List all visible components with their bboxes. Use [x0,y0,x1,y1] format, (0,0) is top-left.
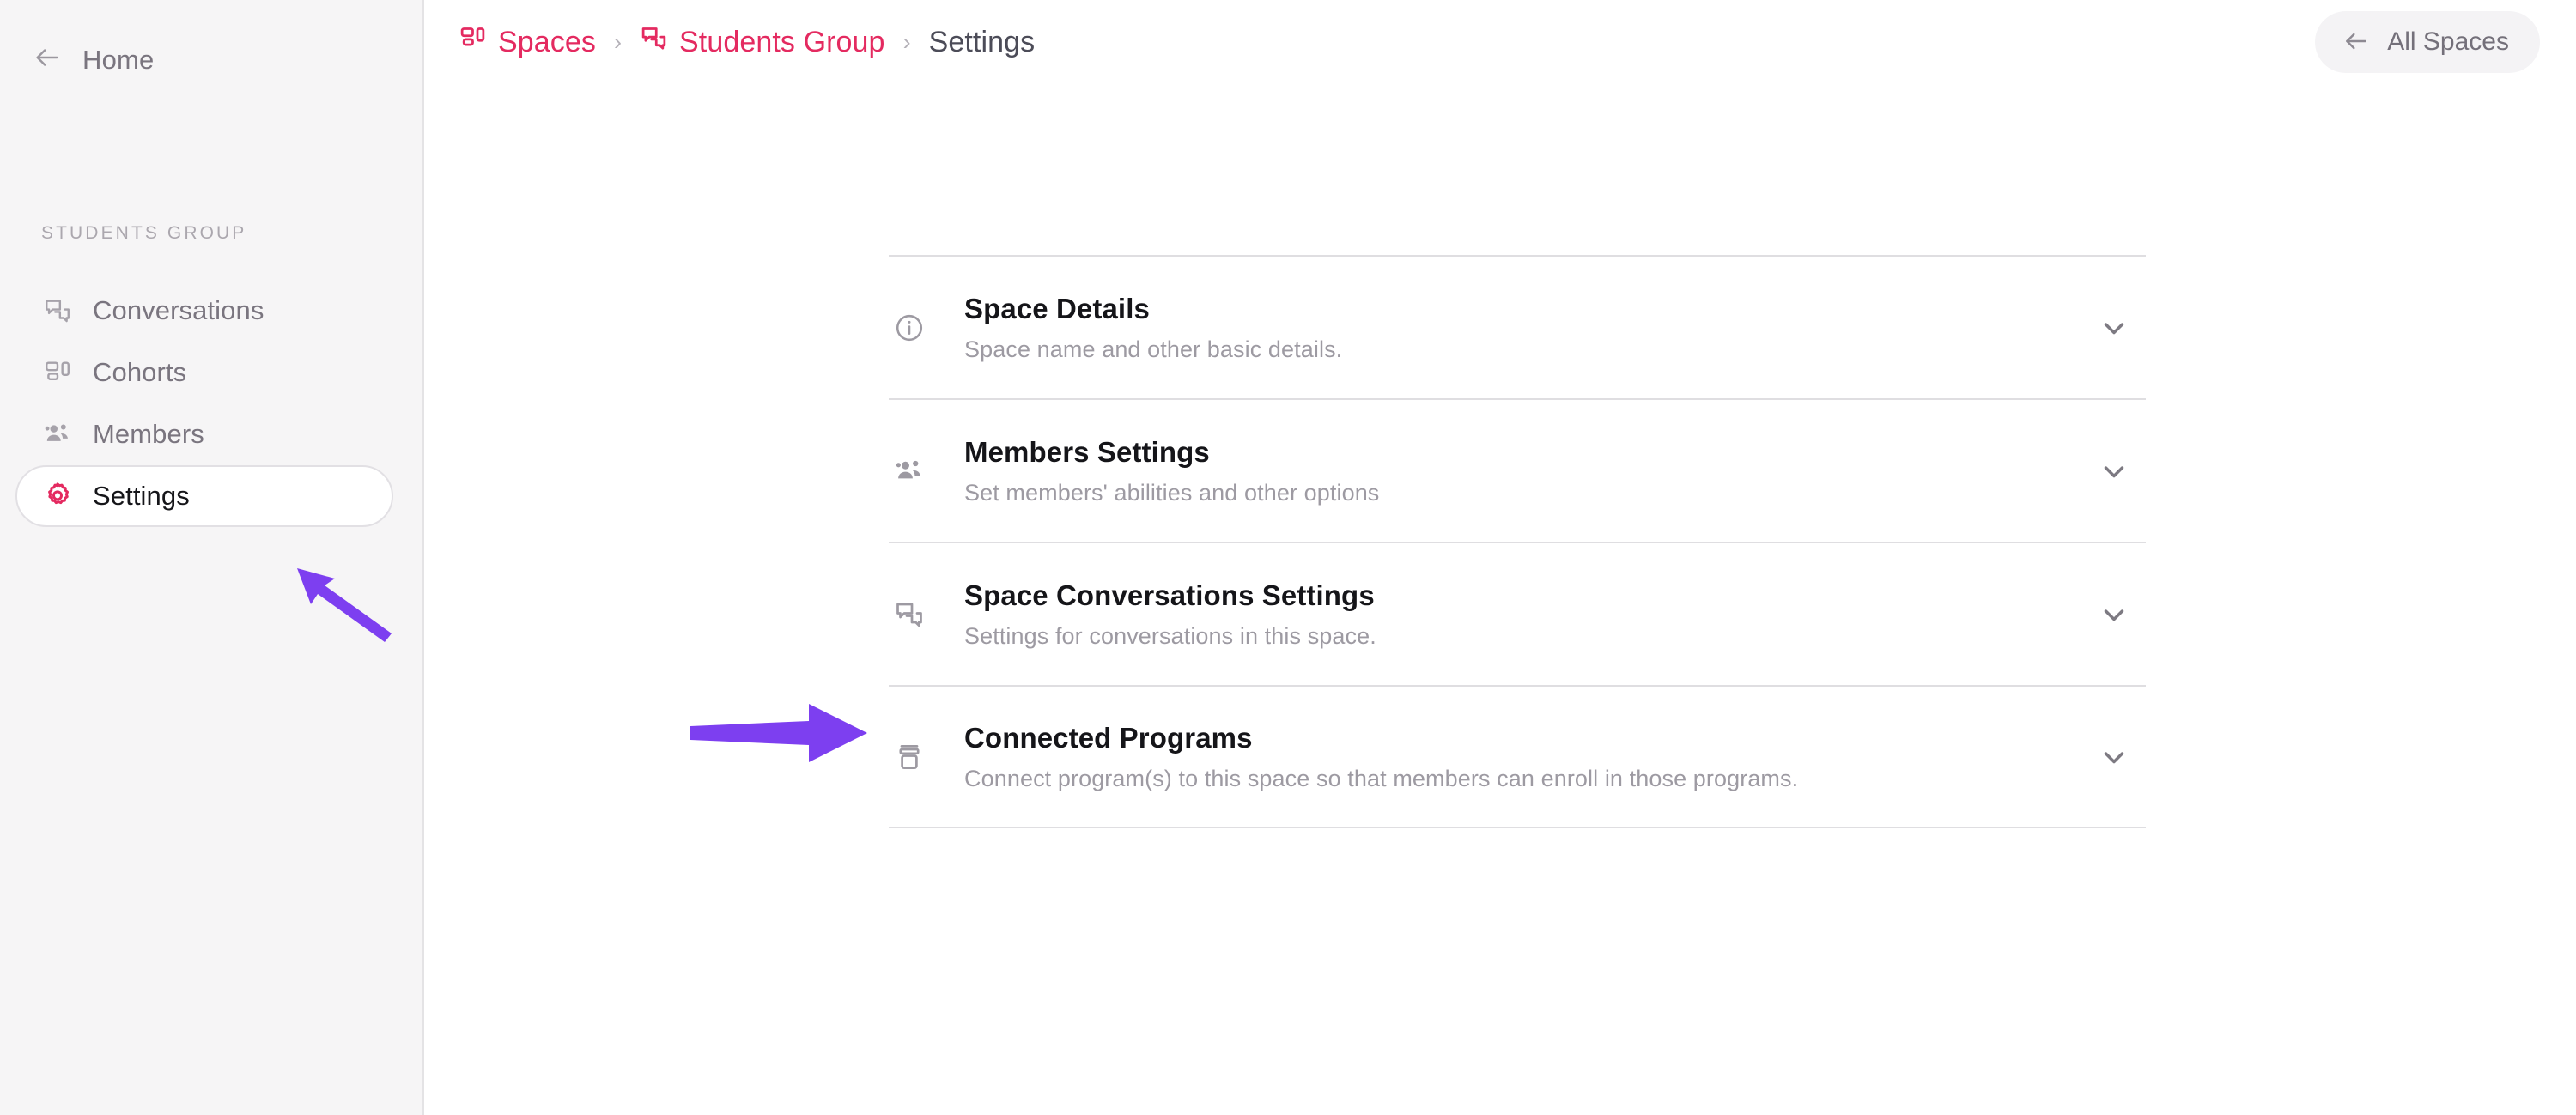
sidebar: Home STUDENTS GROUP Conversations Cohort… [0,0,424,1115]
app-root: Home STUDENTS GROUP Conversations Cohort… [0,0,2576,1115]
sidebar-item-cohorts[interactable]: Cohorts [15,342,393,403]
settings-row-subtitle: Set members' abilities and other options [964,479,1380,506]
sidebar-item-label: Settings [93,481,190,511]
settings-row-title: Space Conversations Settings [964,579,1375,611]
main-content: Spaces › Students Group › Settings All S… [424,0,2576,1115]
archive-box-icon [890,742,928,773]
sidebar-item-conversations[interactable]: Conversations [15,280,393,342]
breadcrumb-separator: › [614,28,623,55]
conversations-icon [890,599,928,630]
home-back-link[interactable]: Home [33,43,155,76]
settings-row-title: Members Settings [964,435,1210,468]
chevron-down-icon[interactable] [2098,312,2130,344]
chevron-down-icon[interactable] [2098,741,2130,773]
breadcrumb-separator: › [902,28,911,55]
all-spaces-button[interactable]: All Spaces [2315,11,2540,73]
spaces-icon [459,24,487,60]
sidebar-nav: Conversations Cohorts Members Settings [0,280,422,527]
breadcrumb-item-students-group[interactable]: Students Group [640,24,885,60]
settings-row-text: Space Details Space name and other basic… [964,293,2098,363]
gear-icon [41,481,74,512]
settings-list: Space Details Space name and other basic… [889,255,2146,828]
members-icon [890,456,928,487]
arrow-left-icon [33,43,62,76]
topbar: Spaces › Students Group › Settings All S… [424,0,2576,84]
sidebar-section-title: STUDENTS GROUP [41,223,247,243]
settings-row-members-settings[interactable]: Members Settings Set members' abilities … [889,398,2146,542]
breadcrumb-label: Students Group [679,25,885,58]
breadcrumb-label: Settings [928,25,1036,58]
settings-row-subtitle: Connect program(s) to this space so that… [964,765,1799,791]
all-spaces-label: All Spaces [2387,27,2509,56]
settings-row-subtitle: Space name and other basic details. [964,336,1343,362]
settings-row-title: Space Details [964,292,1150,324]
info-circle-icon [890,312,928,343]
cohorts-icon [41,358,74,387]
sidebar-item-label: Conversations [93,295,264,325]
chevron-down-icon[interactable] [2098,455,2130,488]
settings-row-connected-programs[interactable]: Connected Programs Connect program(s) to… [889,685,2146,828]
conversations-icon [41,296,74,325]
settings-row-text: Members Settings Set members' abilities … [964,436,2098,506]
chevron-down-icon[interactable] [2098,598,2130,631]
settings-row-text: Connected Programs Connect program(s) to… [964,722,2098,792]
settings-row-text: Space Conversations Settings Settings fo… [964,579,2098,650]
conversations-icon [640,24,668,60]
sidebar-item-members[interactable]: Members [15,403,393,465]
settings-row-subtitle: Settings for conversations in this space… [964,622,1376,649]
settings-row-title: Connected Programs [964,721,1253,754]
settings-row-space-conversations-settings[interactable]: Space Conversations Settings Settings fo… [889,542,2146,685]
arrow-left-icon [2342,27,2370,58]
sidebar-item-label: Members [93,419,204,449]
breadcrumb-item-settings: Settings [929,26,1036,59]
home-label: Home [82,44,155,75]
settings-row-space-details[interactable]: Space Details Space name and other basic… [889,255,2146,398]
breadcrumb-item-spaces[interactable]: Spaces [459,24,596,60]
breadcrumb: Spaces › Students Group › Settings [459,24,1035,60]
breadcrumb-label: Spaces [498,25,597,58]
members-icon [41,420,74,449]
sidebar-item-label: Cohorts [93,357,187,387]
sidebar-item-settings[interactable]: Settings [15,465,393,527]
